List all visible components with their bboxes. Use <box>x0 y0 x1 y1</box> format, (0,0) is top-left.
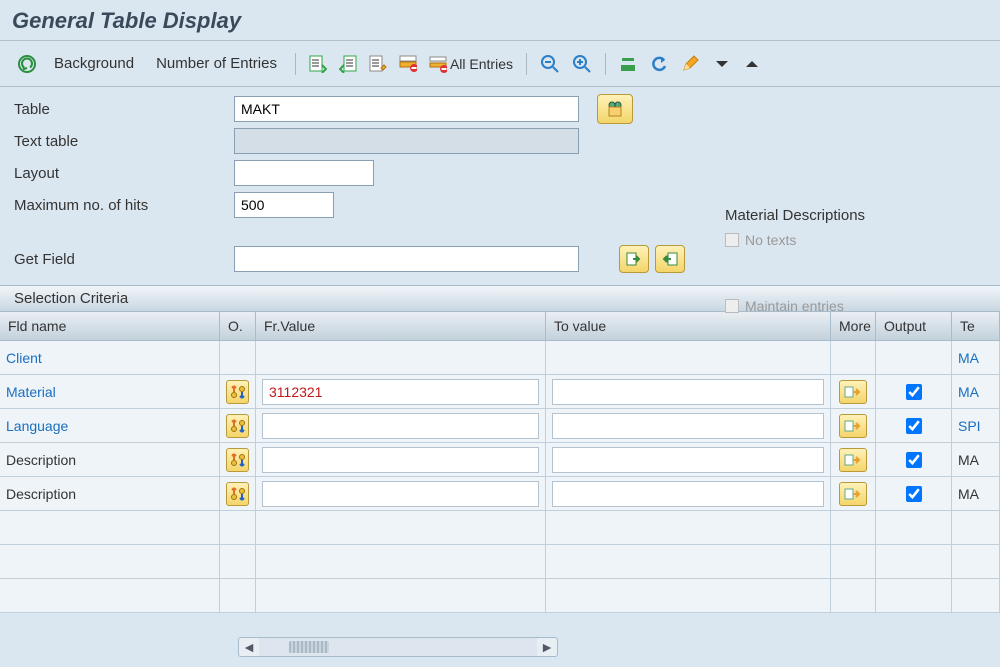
layout-input[interactable] <box>234 160 374 186</box>
from-value-input[interactable] <box>262 413 539 439</box>
fld-name-value[interactable]: Material <box>6 384 56 400</box>
col-fld-name: Fld name <box>0 312 220 341</box>
output-checkbox[interactable] <box>906 384 922 400</box>
text-table-input <box>234 128 579 154</box>
table-row: Description MA <box>0 477 1000 511</box>
max-hits-input[interactable] <box>234 192 334 218</box>
te-value[interactable]: SPI <box>958 418 981 434</box>
label-text-table: Text table <box>14 133 234 150</box>
separator <box>526 53 527 75</box>
operator-button[interactable] <box>226 482 249 506</box>
page-title: General Table Display <box>0 0 1000 40</box>
right-panel: Material Descriptions No texts Maintain … <box>725 207 865 320</box>
op-cell <box>220 409 256 443</box>
no-texts-checkbox <box>725 233 739 247</box>
scroll-thumb[interactable] <box>289 641 329 653</box>
all-entries-button[interactable]: All Entries <box>426 52 516 76</box>
label-max-hits: Maximum no. of hits <box>14 197 234 214</box>
op-cell <box>220 341 256 375</box>
output-checkbox[interactable] <box>906 486 922 502</box>
to-value-input[interactable] <box>552 413 824 439</box>
op-cell <box>220 477 256 511</box>
to-value-input[interactable] <box>552 481 824 507</box>
more-button[interactable] <box>839 482 867 506</box>
operator-button[interactable] <box>226 448 249 472</box>
table-row: Description MA <box>0 443 1000 477</box>
te-value[interactable]: MA <box>958 350 979 366</box>
no-texts-label: No texts <box>745 232 796 248</box>
undo-icon[interactable] <box>646 52 672 76</box>
zoom-out-icon[interactable] <box>537 52 563 76</box>
scroll-left-icon[interactable]: ◄ <box>239 638 259 656</box>
col-output: Output <box>876 312 952 341</box>
table-input[interactable] <box>234 96 579 122</box>
label-table: Table <box>14 101 234 118</box>
te-value: MA <box>958 486 979 502</box>
from-value-input[interactable] <box>262 481 539 507</box>
col-from: Fr.Value <box>256 312 546 341</box>
get-field-in-button[interactable] <box>619 245 649 273</box>
fld-name-value[interactable]: Language <box>6 418 68 434</box>
get-field-out-button[interactable] <box>655 245 685 273</box>
material-descriptions-heading: Material Descriptions <box>725 207 865 224</box>
label-get-field: Get Field <box>14 251 234 268</box>
insert-row-icon[interactable] <box>306 52 330 76</box>
edit-icon[interactable] <box>678 52 704 76</box>
op-cell <box>220 443 256 477</box>
fld-name-value[interactable]: Client <box>6 350 42 366</box>
horizontal-scrollbar[interactable]: ◄ ► <box>238 637 558 657</box>
maintain-entries-label: Maintain entries <box>745 298 844 314</box>
table-row: Client MA <box>0 341 1000 375</box>
background-button[interactable]: Background <box>46 51 142 76</box>
fld-name-value: Description <box>6 452 76 468</box>
all-entries-label: All Entries <box>450 56 513 72</box>
col-op: O. <box>220 312 256 341</box>
separator <box>605 53 606 75</box>
export-row-icon[interactable] <box>336 52 360 76</box>
main-toolbar: Background Number of Entries All Entries <box>0 41 1000 86</box>
to-value-input[interactable] <box>552 447 824 473</box>
te-value: MA <box>958 452 979 468</box>
separator <box>295 53 296 75</box>
fld-name-value: Description <box>6 486 76 502</box>
delete-row-icon[interactable] <box>396 52 420 76</box>
number-of-entries-button[interactable]: Number of Entries <box>148 51 285 76</box>
zoom-in-icon[interactable] <box>569 52 595 76</box>
output-checkbox[interactable] <box>906 418 922 434</box>
align-icon[interactable] <box>616 52 640 76</box>
table-row <box>0 511 1000 545</box>
table-row <box>0 545 1000 579</box>
more-button[interactable] <box>839 448 867 472</box>
table-row: Material MA <box>0 375 1000 409</box>
more-button[interactable] <box>839 414 867 438</box>
operator-button[interactable] <box>226 414 249 438</box>
execute-icon[interactable] <box>14 52 40 76</box>
label-layout: Layout <box>14 165 234 182</box>
maintain-entries-checkbox <box>725 299 739 313</box>
value-help-button[interactable] <box>597 94 633 124</box>
collapse-down-icon[interactable] <box>710 52 734 76</box>
from-value-input[interactable] <box>262 379 539 405</box>
op-cell <box>220 375 256 409</box>
selection-criteria-grid: Fld name O. Fr.Value To value More Outpu… <box>0 312 1000 613</box>
operator-button[interactable] <box>226 380 249 404</box>
copy-list-icon[interactable] <box>366 52 390 76</box>
table-row <box>0 579 1000 613</box>
more-button[interactable] <box>839 380 867 404</box>
to-value-input[interactable] <box>552 379 824 405</box>
col-te: Te <box>952 312 1000 341</box>
collapse-up-icon[interactable] <box>740 52 764 76</box>
get-field-input[interactable] <box>234 246 579 272</box>
scroll-right-icon[interactable]: ► <box>537 638 557 656</box>
output-checkbox[interactable] <box>906 452 922 468</box>
table-row: Language SPI <box>0 409 1000 443</box>
scroll-track[interactable] <box>259 638 537 656</box>
from-value-input[interactable] <box>262 447 539 473</box>
te-value[interactable]: MA <box>958 384 979 400</box>
